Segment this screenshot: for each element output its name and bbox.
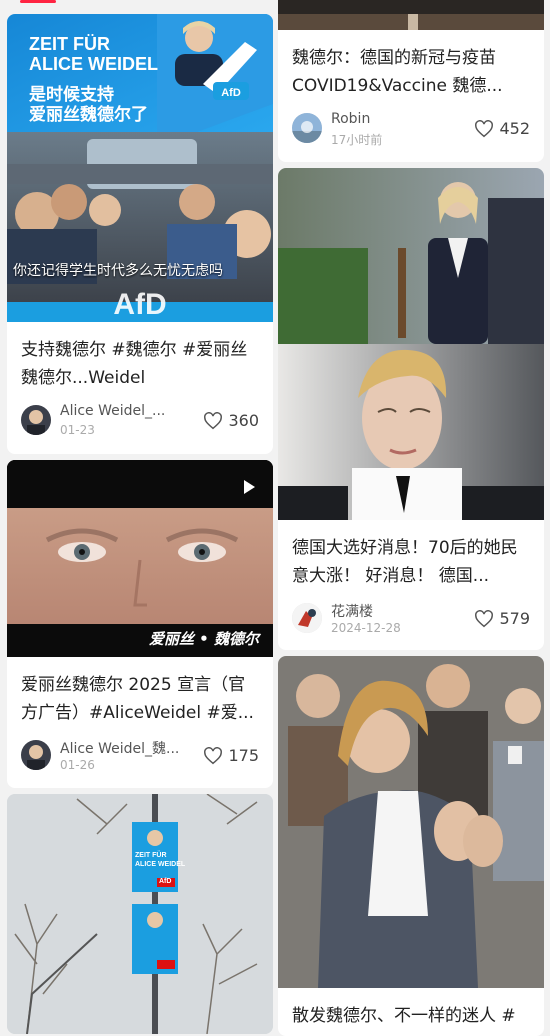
like-count: 175 (228, 746, 259, 765)
avatar[interactable] (292, 113, 322, 143)
like-button[interactable]: 579 (474, 609, 530, 628)
post-date: 01-23 (60, 423, 95, 437)
author-name[interactable]: Alice Weidel_魏... (60, 738, 179, 758)
note-meta: Robin 17小时前 452 (292, 111, 534, 147)
post-date: 2024-12-28 (331, 621, 401, 635)
poster-headline-1: ZEIT FÜR (29, 34, 110, 54)
note-meta: Alice Weidel_... 01-23 360 (21, 403, 263, 439)
like-button[interactable]: 360 (203, 411, 259, 430)
heart-icon (204, 746, 223, 764)
cover-image (278, 656, 544, 988)
post-date: 17小时前 (331, 133, 383, 147)
play-icon (244, 480, 255, 494)
svg-text:AfD: AfD (113, 288, 166, 321)
cover-image (278, 168, 544, 520)
author-name[interactable]: Robin (331, 111, 370, 127)
like-button[interactable]: 175 (203, 746, 259, 765)
like-count: 360 (228, 411, 259, 430)
like-count: 452 (499, 119, 530, 138)
author-name[interactable]: Alice Weidel_... (60, 403, 165, 419)
heart-icon (204, 411, 223, 429)
cover-image (278, 0, 544, 30)
note-card[interactable]: 散发魏德尔、不一样的迷人 # (278, 656, 544, 1036)
heart-icon (475, 609, 494, 627)
note-card[interactable]: 魏德尔：德国的新冠与疫苗COVID19&Vaccine 魏德... Robin … (278, 0, 544, 162)
note-meta: Alice Weidel_魏... 01-26 175 (21, 738, 263, 774)
poster-headline-1: ZEIT FÜR (135, 852, 167, 859)
note-meta: 花满楼 2024-12-28 579 (292, 601, 534, 637)
afd-logo: AfD (159, 878, 172, 885)
note-card[interactable]: AfD AfD ZEIT FÜR ALICE WEIDEL 是时候支持 爱丽丝魏… (7, 14, 273, 454)
heart-icon (475, 119, 494, 137)
street-poster-graphic (7, 794, 273, 1034)
avatar[interactable] (21, 740, 51, 770)
author-name[interactable]: 花满楼 (331, 601, 373, 621)
like-count: 579 (499, 609, 530, 628)
video-cover: 爱丽丝 • 魏德尔 (7, 460, 273, 657)
portrait-cover-graphic (278, 168, 544, 520)
event-photo-graphic (278, 656, 544, 988)
poster-caption-2: 爱丽丝魏德尔了 (29, 105, 148, 125)
post-date: 01-26 (60, 758, 95, 772)
avatar[interactable] (292, 603, 322, 633)
note-title: 散发魏德尔、不一样的迷人 # (292, 1006, 516, 1026)
note-title: 支持魏德尔 #魏德尔 #爱丽丝魏德尔...Weidel (21, 340, 248, 388)
note-title: 德国大选好消息！70后的她民意大涨！ 好消息！ 德国... (292, 538, 518, 586)
note-title: 爱丽丝魏德尔 2025 宣言（官方广告）#AliceWeidel #爱... (21, 675, 254, 723)
note-card[interactable]: ZEIT FÜR ALICE WEIDEL AfD (7, 794, 273, 1034)
cover-image: AfD AfD ZEIT FÜR ALICE WEIDEL 是时候支持 爱丽丝魏… (7, 14, 273, 322)
afd-logo: AfD (221, 87, 241, 99)
active-tab-indicator (20, 0, 56, 3)
video-caption: 爱丽丝 • 魏德尔 (148, 630, 259, 648)
cover-image: ZEIT FÜR ALICE WEIDEL AfD (7, 794, 273, 1034)
like-button[interactable]: 452 (474, 119, 530, 138)
note-title: 魏德尔：德国的新冠与疫苗COVID19&Vaccine 魏德... (292, 48, 503, 96)
note-card[interactable]: 德国大选好消息！70后的她民意大涨！ 好消息！ 德国... 花满楼 2024-1… (278, 168, 544, 650)
poster-headline-2: ALICE WEIDEL (135, 861, 186, 868)
poster-headline-2: ALICE WEIDEL (29, 54, 158, 74)
note-card[interactable]: 爱丽丝 • 魏德尔 爱丽丝魏德尔 2025 宣言（官方广告）#AliceWeid… (7, 460, 273, 788)
bus-caption: 你还记得学生时代多么无忧无虑吗 (13, 263, 223, 279)
avatar[interactable] (21, 405, 51, 435)
